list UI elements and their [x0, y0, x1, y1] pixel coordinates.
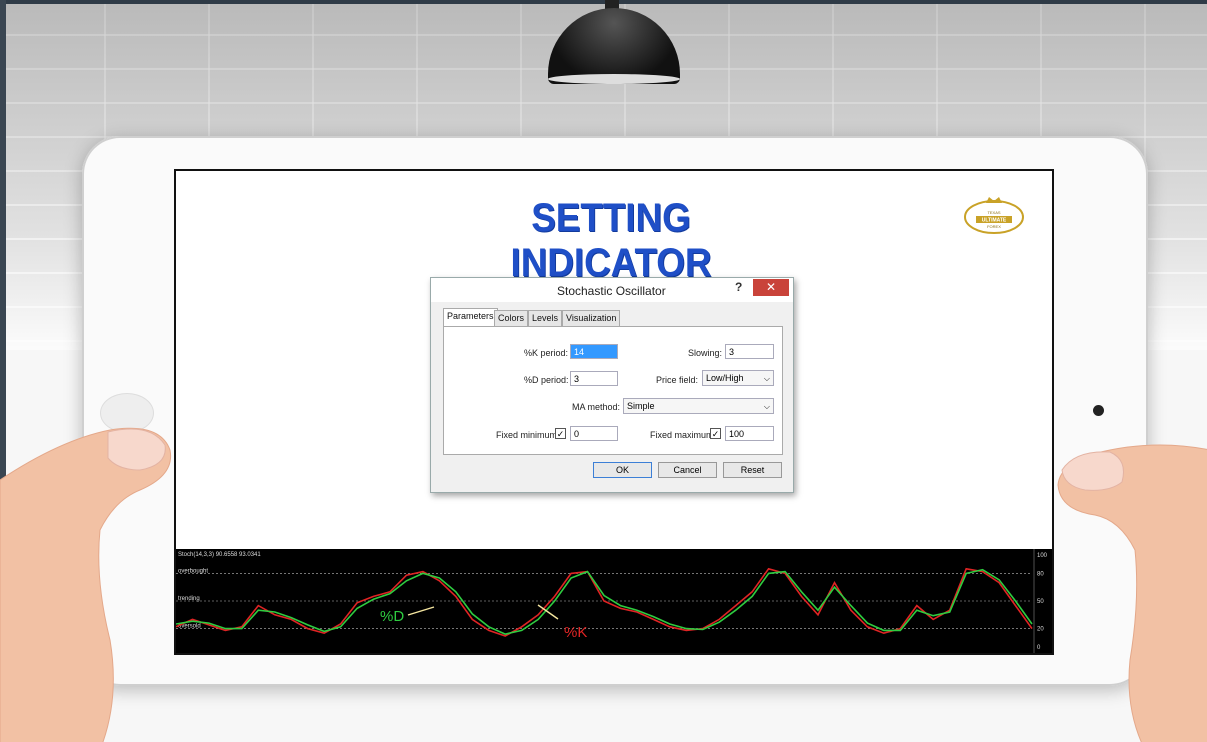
- annotation-d: %D: [380, 608, 404, 625]
- tablet-screen: SETTING INDICATOR TEXAS ULTIMATE FOREX S…: [174, 169, 1054, 655]
- fixed-max-checkbox[interactable]: ✓: [710, 428, 721, 439]
- price-field-value: Low/High: [706, 373, 744, 383]
- d-period-label: %D period:: [524, 375, 569, 385]
- chevron-down-icon: ⌵: [763, 402, 770, 411]
- parameters-panel: %K period: 14 Slowing: 3 %D period: 3 Pr…: [443, 326, 783, 455]
- ma-method-select[interactable]: Simple ⌵: [623, 398, 774, 414]
- fixed-max-label: Fixed maximum: [650, 430, 714, 440]
- d-period-input[interactable]: 3: [570, 371, 618, 386]
- tab-levels[interactable]: Levels: [528, 310, 563, 326]
- fixed-max-input[interactable]: 100: [725, 426, 774, 441]
- fixed-min-label: Fixed minimum: [496, 430, 558, 440]
- logo-text-middle: ULTIMATE: [982, 218, 1007, 224]
- price-field-label: Price field:: [656, 375, 699, 385]
- background-scene: SETTING INDICATOR TEXAS ULTIMATE FOREX S…: [0, 0, 1207, 742]
- k-period-label: %K period:: [524, 348, 569, 358]
- help-button[interactable]: ?: [735, 280, 742, 294]
- tab-visualization[interactable]: Visualization: [562, 310, 621, 326]
- lamp-rim: [548, 74, 680, 84]
- close-button[interactable]: ✕: [753, 279, 789, 296]
- top-border: [0, 0, 1207, 4]
- fixed-min-checkbox[interactable]: ✓: [555, 428, 566, 439]
- slowing-input[interactable]: 3: [725, 344, 774, 359]
- brand-logo: TEXAS ULTIMATE FOREX: [964, 197, 1024, 234]
- annotation-d-arrow: [407, 606, 435, 616]
- tablet-camera-icon: [1093, 405, 1104, 416]
- fixed-min-input[interactable]: 0: [570, 426, 618, 441]
- page-title: SETTING INDICATOR: [510, 196, 712, 285]
- logo-text-top: TEXAS: [987, 210, 1000, 215]
- tab-parameters[interactable]: Parameters: [443, 308, 498, 327]
- left-hand: [0, 427, 172, 742]
- slowing-label: Slowing:: [688, 348, 723, 358]
- dialog-titlebar: Stochastic Oscillator ? ✕: [431, 278, 793, 302]
- reset-button[interactable]: Reset: [723, 462, 782, 478]
- tab-colors[interactable]: Colors: [494, 310, 529, 326]
- cancel-button[interactable]: Cancel: [658, 462, 717, 478]
- k-period-input[interactable]: 14: [570, 344, 618, 359]
- stochastic-dialog: Stochastic Oscillator ? ✕ Parameters Col…: [430, 277, 794, 493]
- chevron-down-icon: ⌵: [763, 374, 770, 383]
- ma-method-value: Simple: [627, 401, 655, 411]
- dialog-title: Stochastic Oscillator: [557, 284, 666, 298]
- ma-method-label: MA method:: [572, 402, 621, 412]
- annotation-k: %K: [564, 624, 587, 641]
- stochastic-chart: overbought trending oversold 100 80 50 20 0 Stoc…: [176, 549, 1052, 653]
- right-hand: [1057, 444, 1207, 742]
- ok-button[interactable]: OK: [593, 462, 652, 478]
- price-field-select[interactable]: Low/High ⌵: [702, 370, 774, 386]
- stochastic-chart-svg: overboughttrendingoversold1008050200Stoc…: [176, 549, 1048, 653]
- logo-text-bottom: FOREX: [987, 224, 1001, 229]
